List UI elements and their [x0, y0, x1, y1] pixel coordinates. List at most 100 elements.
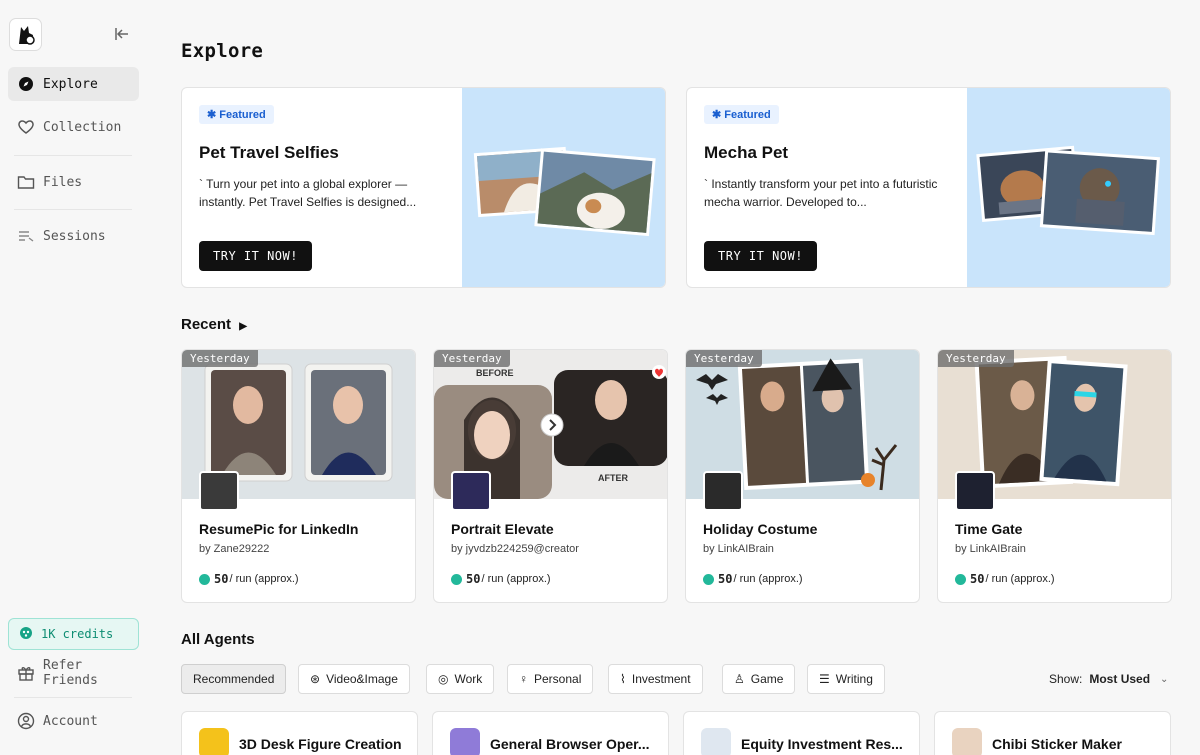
filter-recommended[interactable]: Recommended [181, 664, 287, 694]
nav-sessions-label: Sessions [43, 228, 106, 244]
filter-investment[interactable]: ⌇ Investment [608, 664, 703, 694]
recent-tag: Yesterday [434, 350, 510, 367]
agent-card-general-browser[interactable]: General Browser Oper... [432, 711, 669, 755]
user-circle-icon [17, 712, 35, 730]
page-title: Explore [181, 40, 264, 62]
agent-name: Equity Investment Res... [741, 736, 903, 752]
pin-icon: ◎ [438, 672, 449, 686]
before-label: BEFORE [476, 368, 514, 378]
nav-files[interactable]: Files [8, 165, 139, 199]
recent-card-portrait-elevate[interactable]: Yesterday BEFORE AFTER Portrait Elevate … [433, 349, 668, 603]
try-it-now-button[interactable]: TRY IT NOW! [199, 241, 312, 271]
chart-icon: ⌇ [620, 672, 626, 686]
nav-collection[interactable]: Collection [8, 110, 139, 144]
featured-description: ` Instantly transform your pet into a fu… [704, 177, 938, 209]
featured-card-mecha-pet[interactable]: ✱ Featured Mecha Pet ` Instantly transfo… [686, 87, 1171, 288]
logo-icon [18, 25, 35, 45]
coin-icon [451, 573, 462, 585]
nav-account[interactable]: Account [8, 704, 139, 738]
coin-icon [703, 573, 714, 585]
sparkle-icon: ✱ [207, 109, 220, 121]
account-label: Account [43, 713, 98, 729]
recent-title: ResumePic for LinkedIn [199, 521, 359, 537]
featured-title: Mecha Pet [704, 143, 789, 162]
refer-friends-label: Refer Friends [43, 658, 98, 688]
sparkle-icon: ✱ [712, 109, 725, 121]
agent-name: 3D Desk Figure Creation [239, 736, 402, 752]
folder-icon [17, 173, 35, 191]
credits-badge[interactable]: 1K credits [8, 618, 139, 650]
divider [14, 155, 132, 156]
recent-tag: Yesterday [182, 350, 258, 367]
filter-writing[interactable]: ☰ Writing [807, 664, 885, 694]
recent-tag: Yesterday [938, 350, 1014, 367]
recent-card-resumepic[interactable]: Yesterday ResumePic for LinkedIn by Zane… [181, 349, 416, 603]
recent-card-time-gate[interactable]: Yesterday Time Gate by LinkAIBrain 50 / … [937, 349, 1172, 603]
coin-icon [955, 573, 966, 585]
filter-game[interactable]: ♙ Game [722, 664, 796, 694]
chibi-avatar-icon [952, 728, 982, 755]
nav-files-label: Files [43, 174, 83, 190]
recent-author: by jyvdzb224259@creator [451, 543, 579, 555]
recent-price: 50 / run (approx.) [955, 572, 1055, 586]
recent-title: Time Gate [955, 521, 1023, 537]
creator-avatar [199, 471, 239, 511]
recent-title: Holiday Costume [703, 521, 818, 537]
gamepad-icon: ♙ [734, 672, 745, 686]
sort-select[interactable]: Show: Most Used ⌄ [1049, 672, 1168, 686]
agent-name: Chibi Sticker Maker [992, 736, 1122, 752]
sidebar: Explore Collection Files Sessions 1K cre… [0, 0, 152, 755]
nav-sessions[interactable]: Sessions [8, 219, 139, 253]
agent-name: General Browser Oper... [490, 736, 650, 752]
browser-icon [450, 728, 480, 755]
film-icon: ⊛ [310, 672, 321, 686]
list-icon [17, 227, 35, 245]
creator-avatar [451, 471, 491, 511]
featured-badge: ✱ Featured [199, 105, 274, 124]
featured-card-pet-travel[interactable]: ✱ Featured Pet Travel Selfies ` Turn you… [181, 87, 666, 288]
agent-card-3d-desk-figure[interactable]: 3D Desk Figure Creation [181, 711, 418, 755]
recent-author: by Zane29222 [199, 543, 270, 555]
featured-description: ` Turn your pet into a global explorer —… [199, 177, 417, 209]
recent-title: Portrait Elevate [451, 521, 554, 537]
collapse-sidebar-icon[interactable] [113, 25, 131, 43]
recent-price: 50 / run (approx.) [703, 572, 803, 586]
divider [14, 209, 132, 210]
featured-title: Pet Travel Selfies [199, 143, 339, 162]
nav-explore-label: Explore [43, 76, 98, 92]
featured-image [967, 88, 1170, 287]
nav-refer-friends[interactable]: Refer Friends [8, 656, 139, 690]
recent-author: by LinkAIBrain [955, 543, 1026, 555]
divider [14, 697, 132, 698]
banana-icon [199, 728, 229, 755]
chevron-down-icon: ⌄ [1160, 673, 1169, 685]
globe-icon [701, 728, 731, 755]
nav-explore[interactable]: Explore [8, 67, 139, 101]
filter-personal[interactable]: ♀ Personal [507, 664, 594, 694]
recent-author: by LinkAIBrain [703, 543, 774, 555]
caret-right-icon: ▶ [239, 321, 247, 332]
filter-video-image[interactable]: ⊛ Video&Image [298, 664, 410, 694]
credits-label: 1K credits [41, 627, 114, 641]
gift-icon [17, 664, 35, 682]
compass-icon [17, 75, 35, 93]
filter-work[interactable]: ◎ Work [426, 664, 495, 694]
recent-price: 50 / run (approx.) [199, 572, 299, 586]
recent-section-title[interactable]: Recent ▶ [181, 316, 247, 333]
nav-collection-label: Collection [43, 119, 122, 135]
heart-icon [17, 118, 35, 136]
try-it-now-button[interactable]: TRY IT NOW! [704, 241, 817, 271]
coins-icon [19, 626, 33, 643]
show-label: Show: [1049, 672, 1083, 686]
coin-icon [199, 573, 210, 585]
all-agents-title: All Agents [181, 631, 255, 648]
recent-card-holiday-costume[interactable]: Yesterday Holiday Costume by LinkAIBrain… [685, 349, 920, 603]
agent-card-chibi-sticker[interactable]: Chibi Sticker Maker [934, 711, 1171, 755]
lines-icon: ☰ [819, 672, 830, 686]
agent-card-equity-investment[interactable]: Equity Investment Res... [683, 711, 920, 755]
featured-badge: ✱ Featured [704, 105, 779, 124]
show-value: Most Used [1089, 672, 1151, 686]
recent-price: 50 / run (approx.) [451, 572, 551, 586]
creator-avatar [955, 471, 995, 511]
app-logo[interactable] [9, 18, 42, 51]
